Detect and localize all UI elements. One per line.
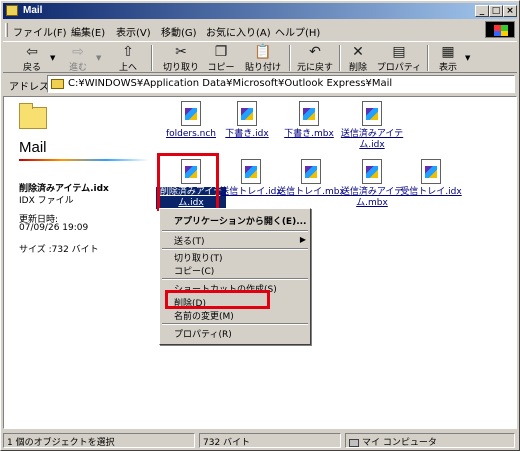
large-folder-icon <box>19 103 47 129</box>
menu-bar: ファイル(F) 編集(E) 表示(V) 移動(G) お気に入り(A) ヘルプ(H… <box>3 21 517 39</box>
menu-separator <box>162 278 308 280</box>
file-icon <box>421 159 441 184</box>
minimize-button[interactable]: _ <box>475 5 489 17</box>
menu-view[interactable]: 表示(V) <box>116 24 151 39</box>
file-item[interactable]: 下書き.idx <box>212 101 282 140</box>
file-icon <box>181 101 201 126</box>
my-computer-icon <box>349 438 359 447</box>
modified-value: 07/09/26 19:09 <box>19 223 89 233</box>
file-icon <box>301 159 321 184</box>
delete-x-icon: ✕ <box>352 44 364 60</box>
forward-dropdown-icon[interactable]: ▼ <box>96 54 101 62</box>
menu-favorites[interactable]: お気に入り(A) <box>206 24 271 39</box>
up-button[interactable]: ⇧ 上へ <box>111 44 145 73</box>
copy-button[interactable]: ❐ コピー <box>203 44 239 73</box>
status-bar: 1 個のオブジェクトを選択 732 バイト マイ コンピュータ <box>3 431 517 449</box>
ctx-cut[interactable]: 切り取り(T) <box>174 251 223 264</box>
properties-icon: ▤ <box>392 44 406 60</box>
close-button[interactable]: × <box>503 5 517 17</box>
folder-icon <box>51 79 64 89</box>
file-icon <box>362 159 382 184</box>
menu-grip <box>5 23 8 37</box>
menu-edit[interactable]: 編集(E) <box>71 24 105 39</box>
file-icon <box>362 101 382 126</box>
context-menu: アプリケーションから開く(E)... 送る(T) ▶ 切り取り(T) コピー(C… <box>159 208 311 345</box>
ctx-open-with[interactable]: アプリケーションから開く(E)... <box>174 214 306 227</box>
highlight-box-delete <box>165 290 270 309</box>
address-field[interactable]: C:¥WINDOWS¥Application Data¥Microsoft¥Ou… <box>47 75 515 93</box>
file-icon <box>299 101 319 126</box>
submenu-arrow-icon: ▶ <box>299 235 306 244</box>
back-dropdown-icon[interactable]: ▼ <box>50 54 55 62</box>
forward-arrow-icon: ⇨ <box>72 44 84 60</box>
status-selection: 1 個のオブジェクトを選択 <box>3 433 195 448</box>
folder-icon <box>6 5 18 16</box>
back-button[interactable]: ⇦ 戻る <box>15 44 49 73</box>
address-label: アドレス <box>9 82 49 93</box>
highlight-box-selected-file <box>157 153 219 211</box>
title-bar: Mail _ □ × <box>3 3 517 19</box>
paste-button[interactable]: 📋 貼り付け <box>241 44 285 73</box>
toolbar-separator <box>339 45 341 71</box>
up-folder-icon: ⇧ <box>122 44 134 60</box>
menu-separator <box>162 323 308 325</box>
menu-go[interactable]: 移動(G) <box>161 24 197 39</box>
web-view-panel: Mail 削除済みアイテム.idx IDX ファイル 更新日時: 07/09/2… <box>4 97 154 428</box>
cut-button[interactable]: ✂ 切り取り <box>161 44 201 73</box>
delete-button[interactable]: ✕ 削除 <box>343 44 373 73</box>
menu-separator <box>162 230 308 232</box>
file-icon <box>237 101 257 126</box>
status-zone: マイ コンピュータ <box>345 433 515 448</box>
selected-file-type: IDX ファイル <box>19 196 74 206</box>
paste-icon: 📋 <box>254 44 272 60</box>
views-dropdown-icon[interactable]: ▼ <box>465 54 470 62</box>
standard-toolbar: ⇦ 戻る ▼ ⇨ 進む ▼ ⇧ 上へ ✂ 切り取り ❐ コピー 📋 貼り付け ↶… <box>3 41 517 73</box>
scissors-icon: ✂ <box>175 44 187 60</box>
address-path: C:¥WINDOWS¥Application Data¥Microsoft¥Ou… <box>68 78 393 89</box>
menu-file[interactable]: ファイル(F) <box>13 24 67 39</box>
file-size-info: サイズ :732 バイト <box>19 245 99 255</box>
back-arrow-icon: ⇦ <box>26 44 38 60</box>
status-size: 732 バイト <box>199 433 341 448</box>
forward-button[interactable]: ⇨ 進む <box>61 44 95 73</box>
undo-icon: ↶ <box>309 44 321 60</box>
menu-help[interactable]: ヘルプ(H) <box>275 24 320 39</box>
ctx-properties[interactable]: プロパティ(R) <box>174 327 232 340</box>
properties-button[interactable]: ▤ プロパティ <box>375 44 423 73</box>
file-item[interactable]: 受信トレイ.idx <box>396 159 466 198</box>
toolbar-separator <box>151 45 153 71</box>
menu-separator <box>162 248 308 250</box>
window-title: Mail <box>23 5 43 16</box>
address-bar: アドレス C:¥WINDOWS¥Application Data¥Microso… <box>3 74 517 94</box>
view-icon: ▦ <box>441 44 455 60</box>
file-item[interactable]: 送信トレイ.mbx <box>276 159 346 198</box>
explorer-window: Mail _ □ × ファイル(F) 編集(E) 表示(V) 移動(G) お気に… <box>0 0 520 451</box>
views-button[interactable]: ▦ 表示 <box>433 44 463 73</box>
undo-button[interactable]: ↶ 元に戻す <box>293 44 337 73</box>
ctx-copy[interactable]: コピー(C) <box>174 264 214 277</box>
file-item[interactable]: 送信済みアイテム.idx <box>337 101 407 151</box>
toolbar-separator <box>427 45 429 71</box>
ctx-send-to[interactable]: 送る(T) <box>174 234 205 247</box>
windows-logo-icon <box>485 21 515 38</box>
maximize-button[interactable]: □ <box>489 5 503 17</box>
file-item[interactable]: 下書き.mbx <box>274 101 344 140</box>
file-icon <box>241 159 261 184</box>
ctx-rename[interactable]: 名前の変更(M) <box>174 309 234 322</box>
copy-icon: ❐ <box>214 44 228 60</box>
toolbar-separator <box>289 45 291 71</box>
rainbow-divider <box>19 159 149 161</box>
panel-title: Mail <box>19 139 47 156</box>
